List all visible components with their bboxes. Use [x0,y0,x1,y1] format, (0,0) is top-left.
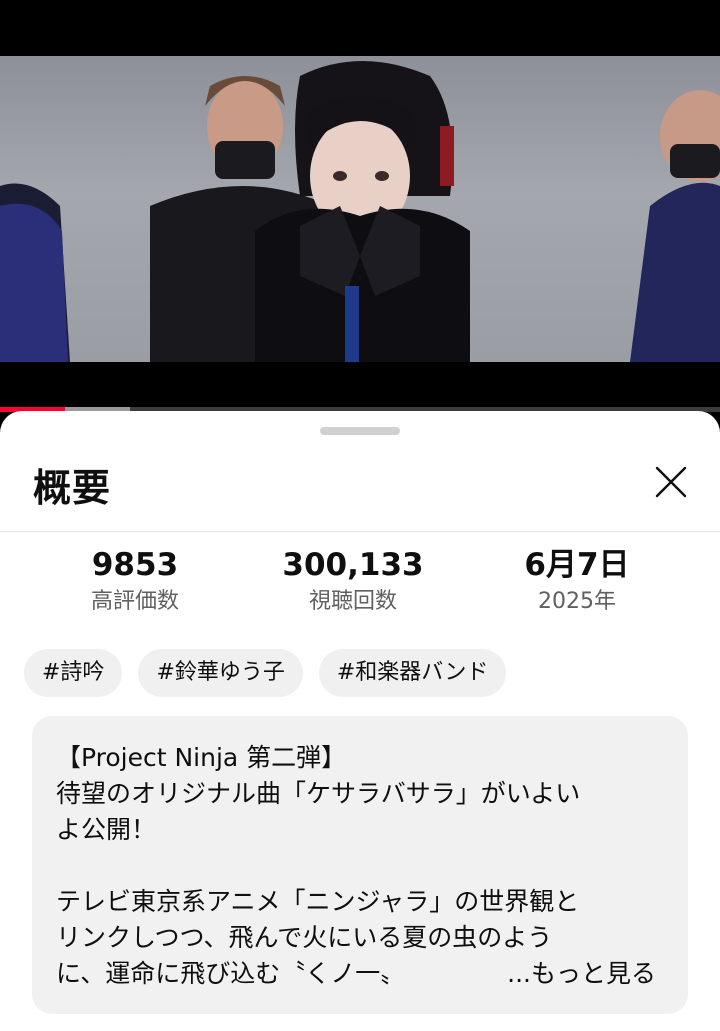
description-line: 【Project Ninja 第二弾】 [56,743,347,772]
stat-likes: 9853 高評価数 [25,545,245,619]
show-more-link[interactable]: ...もっと見る [505,956,656,992]
description-line: よ公開！ [56,815,157,844]
description-last-line: に、運命に飛び込む〝くノ一〟 ...もっと見る [56,956,666,992]
video-frame [0,61,720,362]
views-count: 300,133 [282,547,424,583]
drag-handle[interactable] [320,427,400,435]
description-line: 待望のオリジナル曲「ケサラバサラ」がいよい [56,779,581,808]
description-line: リンクしつつ、飛んで火にいる夏の虫のよう [56,923,553,952]
stats-row: 9853 高評価数 300,133 視聴回数 6月7日 2025年 [0,545,720,625]
description-line: に、運命に飛び込む〝くノ一〟 [56,959,406,988]
description-line: テレビ東京系アニメ「ニンジャラ」の世界観と [56,887,580,916]
sheet-title: 概要 [33,466,112,510]
hashtag-chip[interactable]: #詩吟 [24,649,123,697]
views-label: 視聴回数 [308,589,397,614]
hashtag-chip[interactable]: #鈴華ゆう子 [138,649,303,697]
app-screen: 概要 9853 高評価数 300,133 視聴回数 6月7日 2025年 #詩吟… [0,0,720,1031]
upload-year: 2025年 [538,589,616,614]
divider [0,531,720,532]
description-sheet: 概要 9853 高評価数 300,133 視聴回数 6月7日 2025年 #詩吟… [0,411,720,1031]
hashtag-row: #詩吟 #鈴華ゆう子 #和楽器バンド [24,649,507,697]
likes-count: 9853 [91,547,179,583]
close-button[interactable] [648,459,694,505]
hashtag-chip[interactable]: #和楽器バンド [318,649,507,697]
description-box[interactable]: 【Project Ninja 第二弾】 待望のオリジナル曲「ケサラバサラ」がいよ… [32,716,688,1014]
likes-label: 高評価数 [90,589,179,614]
close-icon [655,466,687,498]
stat-date: 6月7日 2025年 [467,545,687,619]
stat-views: 300,133 視聴回数 [243,545,463,619]
video-player[interactable] [0,56,720,362]
upload-date: 6月7日 [524,547,630,583]
description-blank-line [56,848,666,884]
